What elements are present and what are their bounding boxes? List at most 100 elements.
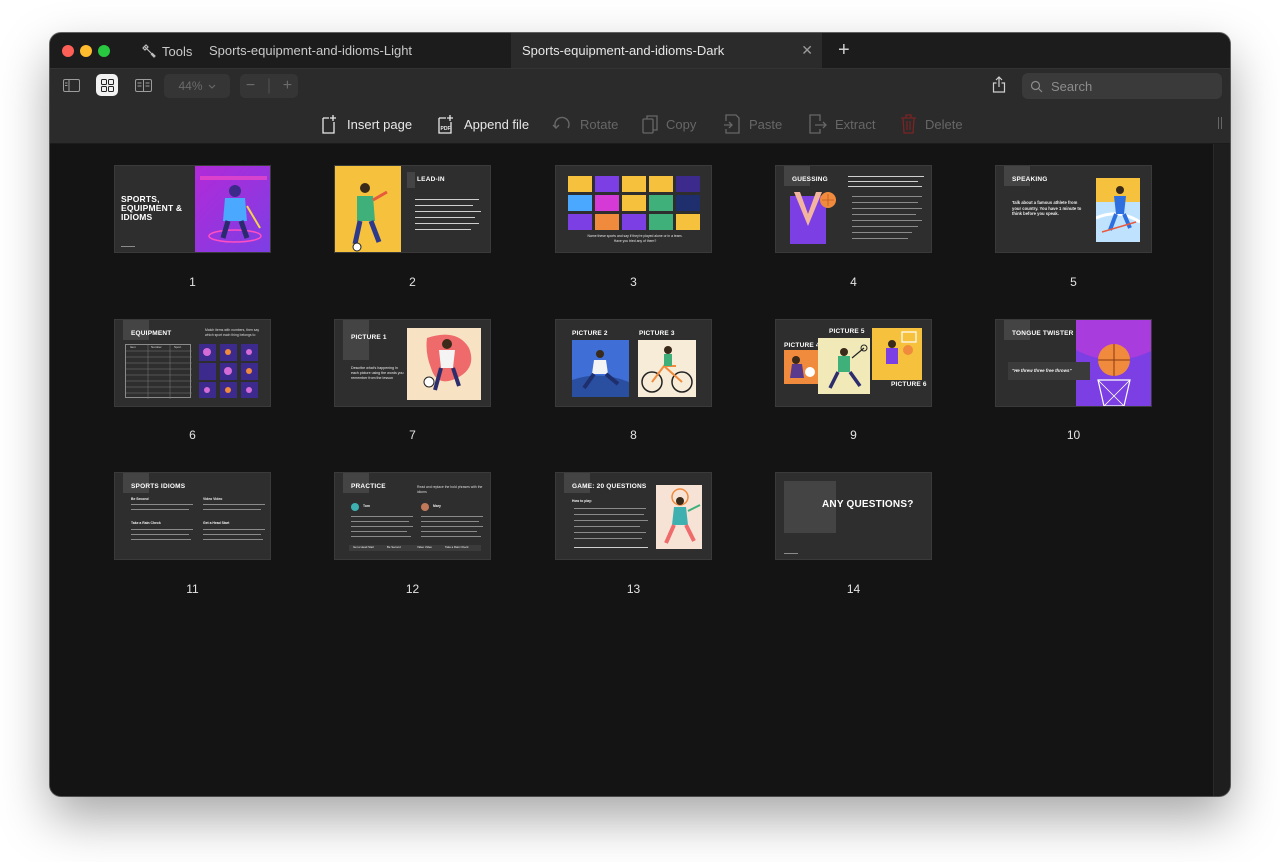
tools-label: Tools [162, 43, 193, 59]
text-line [852, 202, 918, 203]
vertical-scrollbar[interactable] [1213, 144, 1230, 796]
rotate-button[interactable]: Rotate [552, 113, 618, 135]
search-icon [1030, 80, 1043, 92]
page-grid: SPORTS, EQUIPMENT & IDIOMS 1 LEAD-IN 2 N… [50, 144, 1213, 796]
reader-view-icon[interactable] [132, 74, 154, 96]
grid-view-icon[interactable] [96, 74, 118, 96]
page-thumbnail-3[interactable]: Name these sports and say if they're pla… [555, 165, 712, 253]
text-line [203, 504, 265, 505]
panel-resize-handle[interactable] [1218, 117, 1222, 129]
text-line [421, 536, 481, 537]
action-label: Paste [749, 116, 783, 132]
app-window: Tools Sports-equipment-and-idioms-Light … [50, 33, 1230, 796]
picture-4-artwork [784, 350, 818, 384]
paste-button[interactable]: Paste [723, 113, 782, 135]
picture-5-artwork [818, 338, 870, 394]
delete-icon [901, 114, 916, 134]
tab-sports-dark[interactable]: Sports-equipment-and-idioms-Dark ✕ [511, 33, 822, 68]
paste-icon [724, 114, 740, 134]
game-artwork [656, 485, 702, 549]
window-zoom-button[interactable] [98, 45, 110, 57]
insert-page-button[interactable]: Insert page [321, 113, 412, 135]
zoom-in-button[interactable]: + [283, 77, 292, 95]
text-line [203, 509, 261, 510]
text-line [131, 509, 189, 510]
slide-title: PICTURE 2 [572, 330, 608, 337]
text-line [574, 514, 644, 515]
zoom-value: 44% [178, 79, 203, 93]
window-minimize-button[interactable] [80, 45, 92, 57]
page-thumbnail-9[interactable]: PICTURE 5 PICTURE 4 PICTURE 6 [775, 319, 932, 407]
page-thumbnail-13[interactable]: GAME: 20 QUESTIONS How to play: [555, 472, 712, 560]
slide-title-3: PICTURE 6 [891, 381, 927, 388]
zoom-select[interactable]: 44% [164, 74, 230, 98]
page-thumbnail-11[interactable]: SPORTS IDIOMS Be Second Video Video Take… [114, 472, 271, 560]
window-close-button[interactable] [62, 45, 74, 57]
action-label: Delete [925, 116, 963, 132]
text-line [203, 534, 261, 535]
text-line [131, 534, 189, 535]
slide-title: PICTURE 1 [351, 334, 387, 341]
page-thumbnail-2[interactable]: LEAD-IN [334, 165, 491, 253]
page-number: 9 [850, 428, 857, 442]
page-thumbnail-10[interactable]: TONGUE TWISTER "He threw three free thro… [995, 319, 1152, 407]
text-line [131, 504, 193, 505]
page-number: 4 [850, 275, 857, 289]
extract-icon [809, 114, 827, 134]
text-line [351, 516, 413, 517]
delete-button[interactable]: Delete [900, 113, 963, 135]
svg-text:PDF: PDF [441, 126, 451, 132]
text-line [421, 531, 477, 532]
slide-caption: Name these sports and say if they're pla… [587, 234, 683, 243]
main-toolbar: 44% − | + Search [50, 68, 1230, 104]
rotate-icon [552, 116, 570, 129]
picture-1-artwork [407, 328, 481, 400]
tools-menu[interactable]: Tools [142, 42, 192, 60]
action-label: Copy [666, 116, 697, 132]
page-thumbnail-7[interactable]: PICTURE 1 Describe what's happening in e… [334, 319, 491, 407]
picture-3-artwork [638, 340, 696, 397]
idiom-item: Video Video [203, 497, 223, 501]
page-thumbnail-5[interactable]: SPEAKING Talk about a famous athlete fro… [995, 165, 1152, 253]
slide-title: PRACTICE [351, 483, 386, 490]
action-label: Extract [835, 116, 876, 132]
page-thumbnail-12[interactable]: PRACTICE Read and replace the bold phras… [334, 472, 491, 560]
slide-caption: How to play: [572, 499, 593, 503]
append-file-button[interactable]: PDF Append file [437, 113, 529, 135]
text-line [574, 508, 646, 509]
page-thumbnail-8[interactable]: PICTURE 2 PICTURE 3 [555, 319, 712, 407]
slide-footer [784, 553, 798, 554]
page-thumbnail-14[interactable]: ANY QUESTIONS? [775, 472, 932, 560]
equipment-icons [199, 344, 259, 398]
page-actions-bar: Insert page PDF Append file Rotate Copy … [50, 104, 1230, 144]
search-field[interactable]: Search [1022, 73, 1222, 99]
tab-bar: Tools Sports-equipment-and-idioms-Light … [50, 33, 1230, 68]
tab-close-icon[interactable]: ✕ [801, 42, 813, 58]
sidebar-toggle-icon[interactable] [60, 74, 82, 96]
tab-sports-light[interactable]: Sports-equipment-and-idioms-Light [209, 43, 412, 58]
idiom-option: Be Second [387, 545, 401, 549]
speaker-name: Mary [433, 504, 441, 508]
zoom-out-button[interactable]: − [246, 77, 255, 95]
text-line [415, 211, 481, 212]
text-line [131, 539, 191, 540]
text-line [848, 181, 918, 182]
page-thumbnail-1[interactable]: SPORTS, EQUIPMENT & IDIOMS [114, 165, 271, 253]
page-thumbnail-6[interactable]: EQUIPMENT Match items with numbers, then… [114, 319, 271, 407]
text-line [852, 226, 918, 227]
text-line [574, 526, 640, 527]
text-line [131, 529, 193, 530]
slide-title: EQUIPMENT [131, 330, 172, 337]
new-tab-button[interactable]: + [838, 39, 850, 61]
avatar [351, 503, 359, 511]
extract-button[interactable]: Extract [807, 113, 875, 135]
share-icon[interactable] [992, 76, 1006, 98]
picture-2-artwork [572, 340, 629, 397]
copy-button[interactable]: Copy [642, 113, 696, 135]
slide-caption: Match items with numbers, then say which… [205, 328, 260, 337]
page-thumbnail-4[interactable]: GUESSING [775, 165, 932, 253]
text-line [848, 176, 924, 177]
slide-caption: Talk about a famous athlete from your co… [1012, 200, 1082, 217]
text-line [415, 217, 475, 218]
text-line [415, 205, 473, 206]
